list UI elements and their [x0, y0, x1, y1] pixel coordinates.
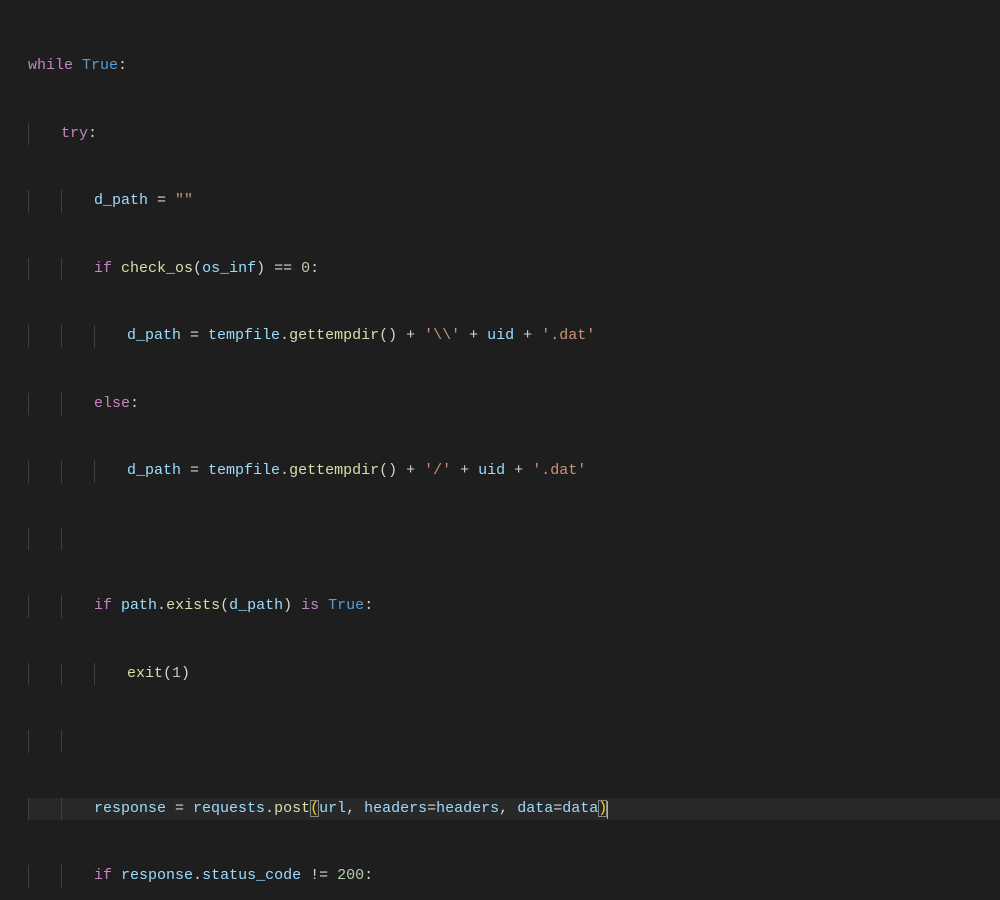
blank-line	[28, 528, 1000, 551]
keyword-true: True	[82, 57, 118, 74]
code-line: d_path = tempfile.gettempdir() + '\\' + …	[28, 325, 1000, 348]
code-line: exit(1)	[28, 663, 1000, 686]
text-cursor	[607, 801, 608, 819]
code-line: d_path = ""	[28, 190, 1000, 213]
matched-open-paren: (	[310, 800, 319, 817]
code-line: if response.status_code != 200:	[28, 865, 1000, 888]
code-line: if check_os(os_inf) == 0:	[28, 258, 1000, 281]
code-line: d_path = tempfile.gettempdir() + '/' + u…	[28, 460, 1000, 483]
code-editor[interactable]: while True: try: d_path = "" if check_os…	[0, 0, 1000, 900]
code-line: else:	[28, 393, 1000, 416]
keyword-try: try	[61, 125, 88, 142]
code-line: while True:	[28, 55, 1000, 78]
matched-close-paren: )	[598, 800, 607, 817]
code-line: if path.exists(d_path) is True:	[28, 595, 1000, 618]
code-line: try:	[28, 123, 1000, 146]
code-line-current: response = requests.post(url, headers=he…	[28, 798, 1000, 821]
keyword-while: while	[28, 57, 73, 74]
blank-line	[28, 730, 1000, 753]
